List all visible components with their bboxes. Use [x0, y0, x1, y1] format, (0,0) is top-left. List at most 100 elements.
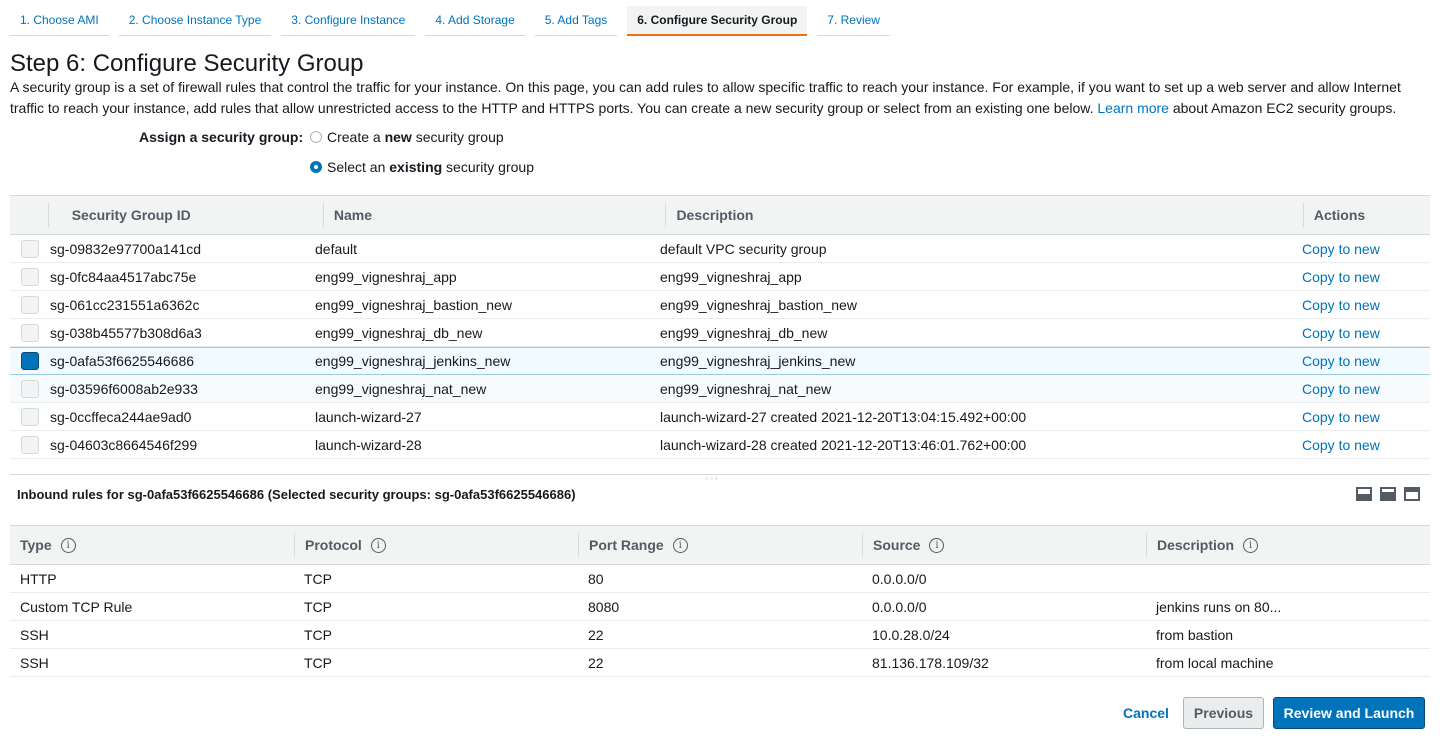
sg-description-cell: eng99_vigneshraj_app: [660, 268, 802, 285]
info-icon[interactable]: i: [672, 537, 688, 553]
layout-bottom-half-icon[interactable]: [1380, 487, 1396, 501]
inbound-type-cell: Custom TCP Rule: [20, 598, 133, 615]
info-icon[interactable]: i: [929, 537, 945, 553]
row-checkbox[interactable]: [21, 379, 39, 398]
inbound-table-header: Type i Protocol i Port Range i Source i Desc…: [10, 525, 1430, 565]
sg-id-cell: sg-061cc231551a6362c: [50, 296, 200, 313]
radio-select-existing-button[interactable]: [310, 161, 322, 173]
table-row: SSH TCP 22 10.0.28.0/24 from bastion: [10, 621, 1430, 649]
inbound-rules-title: Inbound rules for sg-0afa53f6625546686 (…: [17, 487, 576, 502]
row-checkbox[interactable]: [21, 295, 39, 314]
inbound-rules-table: Type i Protocol i Port Range i Source i Desc…: [10, 525, 1430, 677]
layout-top-only-icon[interactable]: [1404, 487, 1420, 501]
row-checkbox[interactable]: [21, 352, 39, 370]
inbound-type-cell: SSH: [20, 654, 49, 671]
tab-configure-instance[interactable]: 3. Configure Instance: [281, 6, 416, 36]
table-row[interactable]: sg-0afa53f6625546686 eng99_vigneshraj_jen…: [10, 347, 1430, 375]
sg-id-cell: sg-04603c8664546f299: [50, 436, 198, 453]
inbound-header-source: Source i: [862, 533, 1146, 557]
inbound-source-cell: 10.0.28.0/24: [872, 626, 950, 643]
row-checkbox[interactable]: [21, 407, 39, 426]
sg-name-cell: eng99_vigneshraj_bastion_new: [315, 296, 512, 313]
inbound-type-cell: HTTP: [20, 570, 57, 587]
sg-name-cell: launch-wizard-28: [315, 436, 422, 453]
previous-button[interactable]: Previous: [1183, 697, 1264, 729]
tab-add-storage[interactable]: 4. Add Storage: [425, 6, 525, 36]
table-row: SSH TCP 22 81.136.178.109/32 from local mach…: [10, 649, 1430, 677]
learn-more-link[interactable]: Learn more: [1097, 100, 1169, 116]
inbound-description-cell: jenkins runs on 80...: [1156, 598, 1282, 615]
copy-to-new-link[interactable]: Copy to new: [1302, 353, 1430, 369]
table-row[interactable]: sg-061cc231551a6362c eng99_vigneshraj_bas…: [10, 291, 1430, 319]
sg-name-cell: eng99_vigneshraj_jenkins_new: [315, 353, 511, 369]
inbound-description-cell: from bastion: [1156, 626, 1234, 643]
row-checkbox[interactable]: [21, 239, 39, 258]
tab-review[interactable]: 7. Review: [817, 6, 890, 36]
info-icon[interactable]: i: [60, 537, 76, 553]
inbound-protocol-cell: TCP: [304, 626, 332, 643]
info-icon[interactable]: i: [370, 537, 386, 553]
tab-add-tags[interactable]: 5. Add Tags: [534, 6, 618, 36]
row-checkbox[interactable]: [21, 323, 39, 342]
copy-to-new-link[interactable]: Copy to new: [1302, 437, 1430, 453]
sg-header-name[interactable]: Name: [322, 203, 666, 227]
tab-choose-ami[interactable]: 1. Choose AMI: [10, 6, 109, 36]
intro-text: A security group is a set of firewall ru…: [10, 77, 1430, 119]
copy-to-new-link[interactable]: Copy to new: [1302, 409, 1430, 425]
info-icon[interactable]: i: [1243, 537, 1259, 553]
radio-create-new[interactable]: Create a new security group: [310, 129, 504, 145]
copy-to-new-link[interactable]: Copy to new: [1302, 381, 1430, 397]
sg-table-body: sg-09832e97700a141cd default default VPC s…: [10, 235, 1430, 459]
pane-divider[interactable]: [10, 474, 1430, 475]
inbound-header-description: Description i: [1146, 533, 1430, 557]
inbound-protocol-cell: TCP: [304, 654, 332, 671]
copy-to-new-link[interactable]: Copy to new: [1302, 297, 1430, 313]
inbound-description-cell: from local machine: [1156, 654, 1274, 671]
table-row[interactable]: sg-09832e97700a141cd default default VPC s…: [10, 235, 1430, 263]
review-and-launch-button[interactable]: Review and Launch: [1273, 697, 1425, 729]
copy-to-new-link[interactable]: Copy to new: [1302, 325, 1430, 341]
table-row[interactable]: sg-038b45577b308d6a3 eng99_vigneshraj_db_…: [10, 319, 1430, 347]
sg-id-cell: sg-09832e97700a141cd: [50, 240, 202, 257]
inbound-port-cell: 22: [588, 654, 604, 671]
inbound-port-cell: 8080: [588, 598, 620, 615]
row-checkbox[interactable]: [21, 435, 39, 454]
sg-description-cell: eng99_vigneshraj_bastion_new: [660, 296, 857, 313]
inbound-header-port-range: Port Range i: [578, 533, 862, 557]
copy-to-new-link[interactable]: Copy to new: [1302, 269, 1430, 285]
intro-suffix: about Amazon EC2 security groups.: [1172, 100, 1397, 116]
inbound-table-body: HTTP TCP 80 0.0.0.0/0 Custom TCP Rule TCP 8080…: [10, 565, 1430, 677]
radio-create-new-label: Create a new security group: [327, 129, 504, 145]
table-row[interactable]: sg-04603c8664546f299 launch-wizard-28 laun…: [10, 431, 1430, 459]
radio-select-existing[interactable]: Select an existing security group: [310, 159, 534, 175]
sg-id-cell: sg-0fc84aa4517abc75e: [50, 268, 197, 285]
inbound-port-cell: 80: [588, 570, 604, 587]
table-row[interactable]: sg-03596f6008ab2e933 eng99_vigneshraj_nat…: [10, 375, 1430, 403]
sg-name-cell: eng99_vigneshraj_nat_new: [315, 380, 487, 397]
sg-description-cell: eng99_vigneshraj_db_new: [660, 324, 828, 341]
resize-handle-icon[interactable]: ▫▫▫: [705, 474, 720, 483]
sg-name-cell: eng99_vigneshraj_app: [315, 268, 457, 285]
sg-description-cell: launch-wizard-28 created 2021-12-20T13:4…: [660, 436, 1027, 453]
sg-table-header: Security Group ID Name Description Actio…: [10, 195, 1430, 235]
inbound-source-cell: 81.136.178.109/32: [872, 654, 989, 671]
sg-name-cell: eng99_vigneshraj_db_new: [315, 324, 483, 341]
sg-header-description[interactable]: Description: [665, 203, 1302, 227]
inbound-port-cell: 22: [588, 626, 604, 643]
tab-configure-security-group[interactable]: 6. Configure Security Group: [627, 6, 808, 36]
copy-to-new-link[interactable]: Copy to new: [1302, 241, 1430, 257]
assign-security-group-label: Assign a security group:: [139, 129, 304, 145]
table-row: Custom TCP Rule TCP 8080 0.0.0.0/0 jenkins r…: [10, 593, 1430, 621]
sg-description-cell: eng99_vigneshraj_nat_new: [660, 380, 832, 397]
row-checkbox[interactable]: [21, 267, 39, 286]
sg-id-cell: sg-03596f6008ab2e933: [50, 380, 198, 397]
table-row[interactable]: sg-0ccffeca244ae9ad0 launch-wizard-27 laun…: [10, 403, 1430, 431]
radio-create-new-button[interactable]: [310, 131, 322, 143]
tab-choose-instance-type[interactable]: 2. Choose Instance Type: [118, 6, 272, 36]
table-row: HTTP TCP 80 0.0.0.0/0: [10, 565, 1430, 593]
layout-bottom-small-icon[interactable]: [1356, 487, 1372, 501]
sg-header-id[interactable]: Security Group ID: [60, 203, 323, 227]
cancel-button[interactable]: Cancel: [1123, 705, 1169, 721]
table-row[interactable]: sg-0fc84aa4517abc75e eng99_vigneshraj_app…: [10, 263, 1430, 291]
inbound-protocol-cell: TCP: [304, 598, 332, 615]
